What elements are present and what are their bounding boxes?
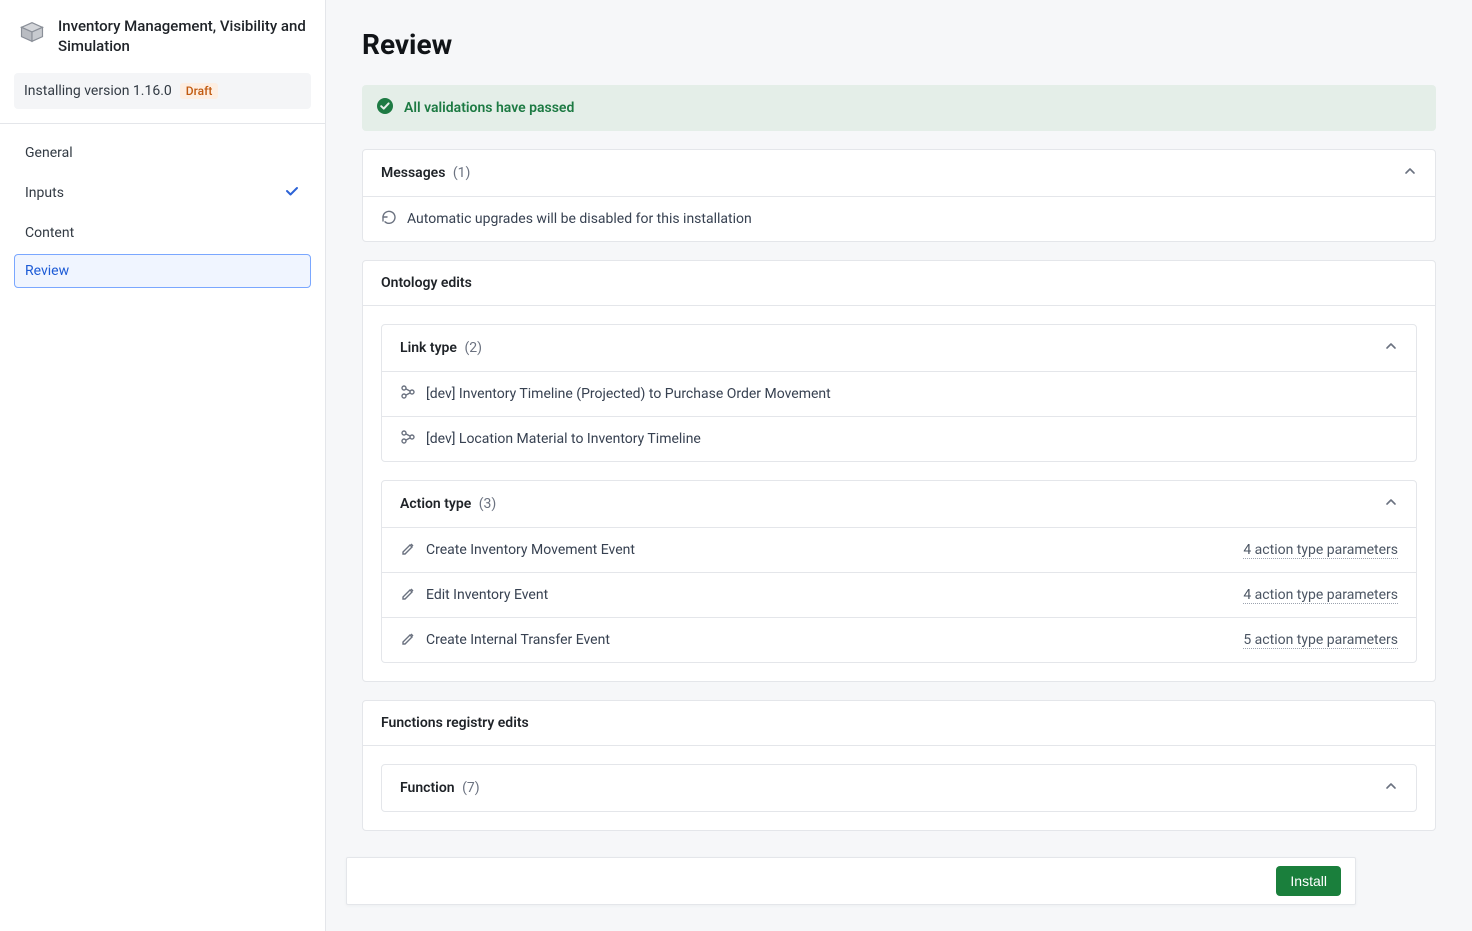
install-bar: Install	[346, 857, 1356, 905]
chevron-up-icon	[1384, 339, 1398, 357]
sidebar-nav: General Inputs Content Review	[0, 124, 325, 300]
sidebar-item-label: Review	[25, 263, 69, 279]
action-icon	[400, 630, 416, 650]
check-circle-icon	[376, 97, 394, 119]
link-type-title: Link type	[400, 340, 457, 356]
action-params-link[interactable]: 5 action type parameters	[1243, 632, 1398, 649]
action-type-item: Create Inventory Movement Event	[426, 542, 635, 558]
link-type-row: [dev] Location Material to Inventory Tim…	[382, 417, 1416, 461]
link-type-panel: Link type (2)	[381, 324, 1417, 462]
messages-count: (1)	[453, 165, 471, 181]
sidebar: Inventory Management, Visibility and Sim…	[0, 0, 326, 931]
install-button[interactable]: Install	[1276, 866, 1341, 896]
sidebar-item-inputs[interactable]: Inputs	[14, 174, 311, 212]
action-type-row: Create Inventory Movement Event 4 action…	[382, 528, 1416, 573]
main-content: Review All validations have passed Messa…	[326, 0, 1472, 931]
action-icon	[400, 540, 416, 560]
functions-panel: Functions registry edits Function (7)	[362, 700, 1436, 831]
package-icon	[18, 18, 46, 50]
draft-badge: Draft	[180, 83, 219, 99]
messages-title: Messages	[381, 165, 445, 181]
function-panel: Function (7)	[381, 764, 1417, 812]
action-type-panel: Action type (3) Create Inventory Movemen…	[381, 480, 1417, 663]
message-text: Automatic upgrades will be disabled for …	[407, 211, 752, 227]
check-icon	[284, 183, 300, 203]
functions-title: Functions registry edits	[381, 715, 529, 731]
link-type-count: (2)	[464, 340, 482, 356]
sidebar-item-general[interactable]: General	[14, 136, 311, 170]
link-type-item: [dev] Location Material to Inventory Tim…	[426, 431, 701, 447]
version-text: Installing version 1.16.0	[24, 83, 172, 99]
messages-header[interactable]: Messages (1)	[363, 150, 1435, 197]
ontology-header: Ontology edits	[363, 261, 1435, 306]
action-icon	[400, 585, 416, 605]
validation-text: All validations have passed	[404, 100, 574, 116]
action-type-title: Action type	[400, 496, 471, 512]
messages-panel: Messages (1) Automatic upgrades will be …	[362, 149, 1436, 242]
action-type-item: Edit Inventory Event	[426, 587, 548, 603]
function-header[interactable]: Function (7)	[382, 765, 1416, 811]
link-icon	[400, 384, 416, 404]
chevron-up-icon	[1384, 779, 1398, 797]
chevron-up-icon	[1384, 495, 1398, 513]
ontology-body: Link type (2)	[363, 306, 1435, 681]
function-count: (7)	[462, 780, 480, 796]
validation-banner: All validations have passed	[362, 85, 1436, 131]
page-title: Review	[362, 28, 1436, 61]
action-type-count: (3)	[479, 496, 497, 512]
link-type-row: [dev] Inventory Timeline (Projected) to …	[382, 372, 1416, 417]
app-title: Inventory Management, Visibility and Sim…	[58, 16, 307, 57]
functions-body: Function (7)	[363, 746, 1435, 830]
sidebar-item-label: Inputs	[25, 185, 64, 201]
link-type-item: [dev] Inventory Timeline (Projected) to …	[426, 386, 831, 402]
link-icon	[400, 429, 416, 449]
sidebar-item-label: General	[25, 145, 73, 161]
message-row: Automatic upgrades will be disabled for …	[363, 197, 1435, 241]
sidebar-header: Inventory Management, Visibility and Sim…	[0, 0, 325, 69]
ontology-panel: Ontology edits Link type (2)	[362, 260, 1436, 682]
action-type-row: Edit Inventory Event 4 action type param…	[382, 573, 1416, 618]
functions-header: Functions registry edits	[363, 701, 1435, 746]
version-banner: Installing version 1.16.0 Draft	[14, 73, 311, 109]
ontology-title: Ontology edits	[381, 275, 472, 291]
action-type-row: Create Internal Transfer Event 5 action …	[382, 618, 1416, 662]
upgrade-icon	[381, 209, 397, 229]
sidebar-item-review[interactable]: Review	[14, 254, 311, 288]
function-title: Function	[400, 780, 455, 796]
action-params-link[interactable]: 4 action type parameters	[1243, 587, 1398, 604]
action-type-item: Create Internal Transfer Event	[426, 632, 610, 648]
link-type-header[interactable]: Link type (2)	[382, 325, 1416, 372]
action-type-header[interactable]: Action type (3)	[382, 481, 1416, 528]
sidebar-item-label: Content	[25, 225, 74, 241]
sidebar-item-content[interactable]: Content	[14, 216, 311, 250]
action-params-link[interactable]: 4 action type parameters	[1243, 542, 1398, 559]
chevron-up-icon	[1403, 164, 1417, 182]
